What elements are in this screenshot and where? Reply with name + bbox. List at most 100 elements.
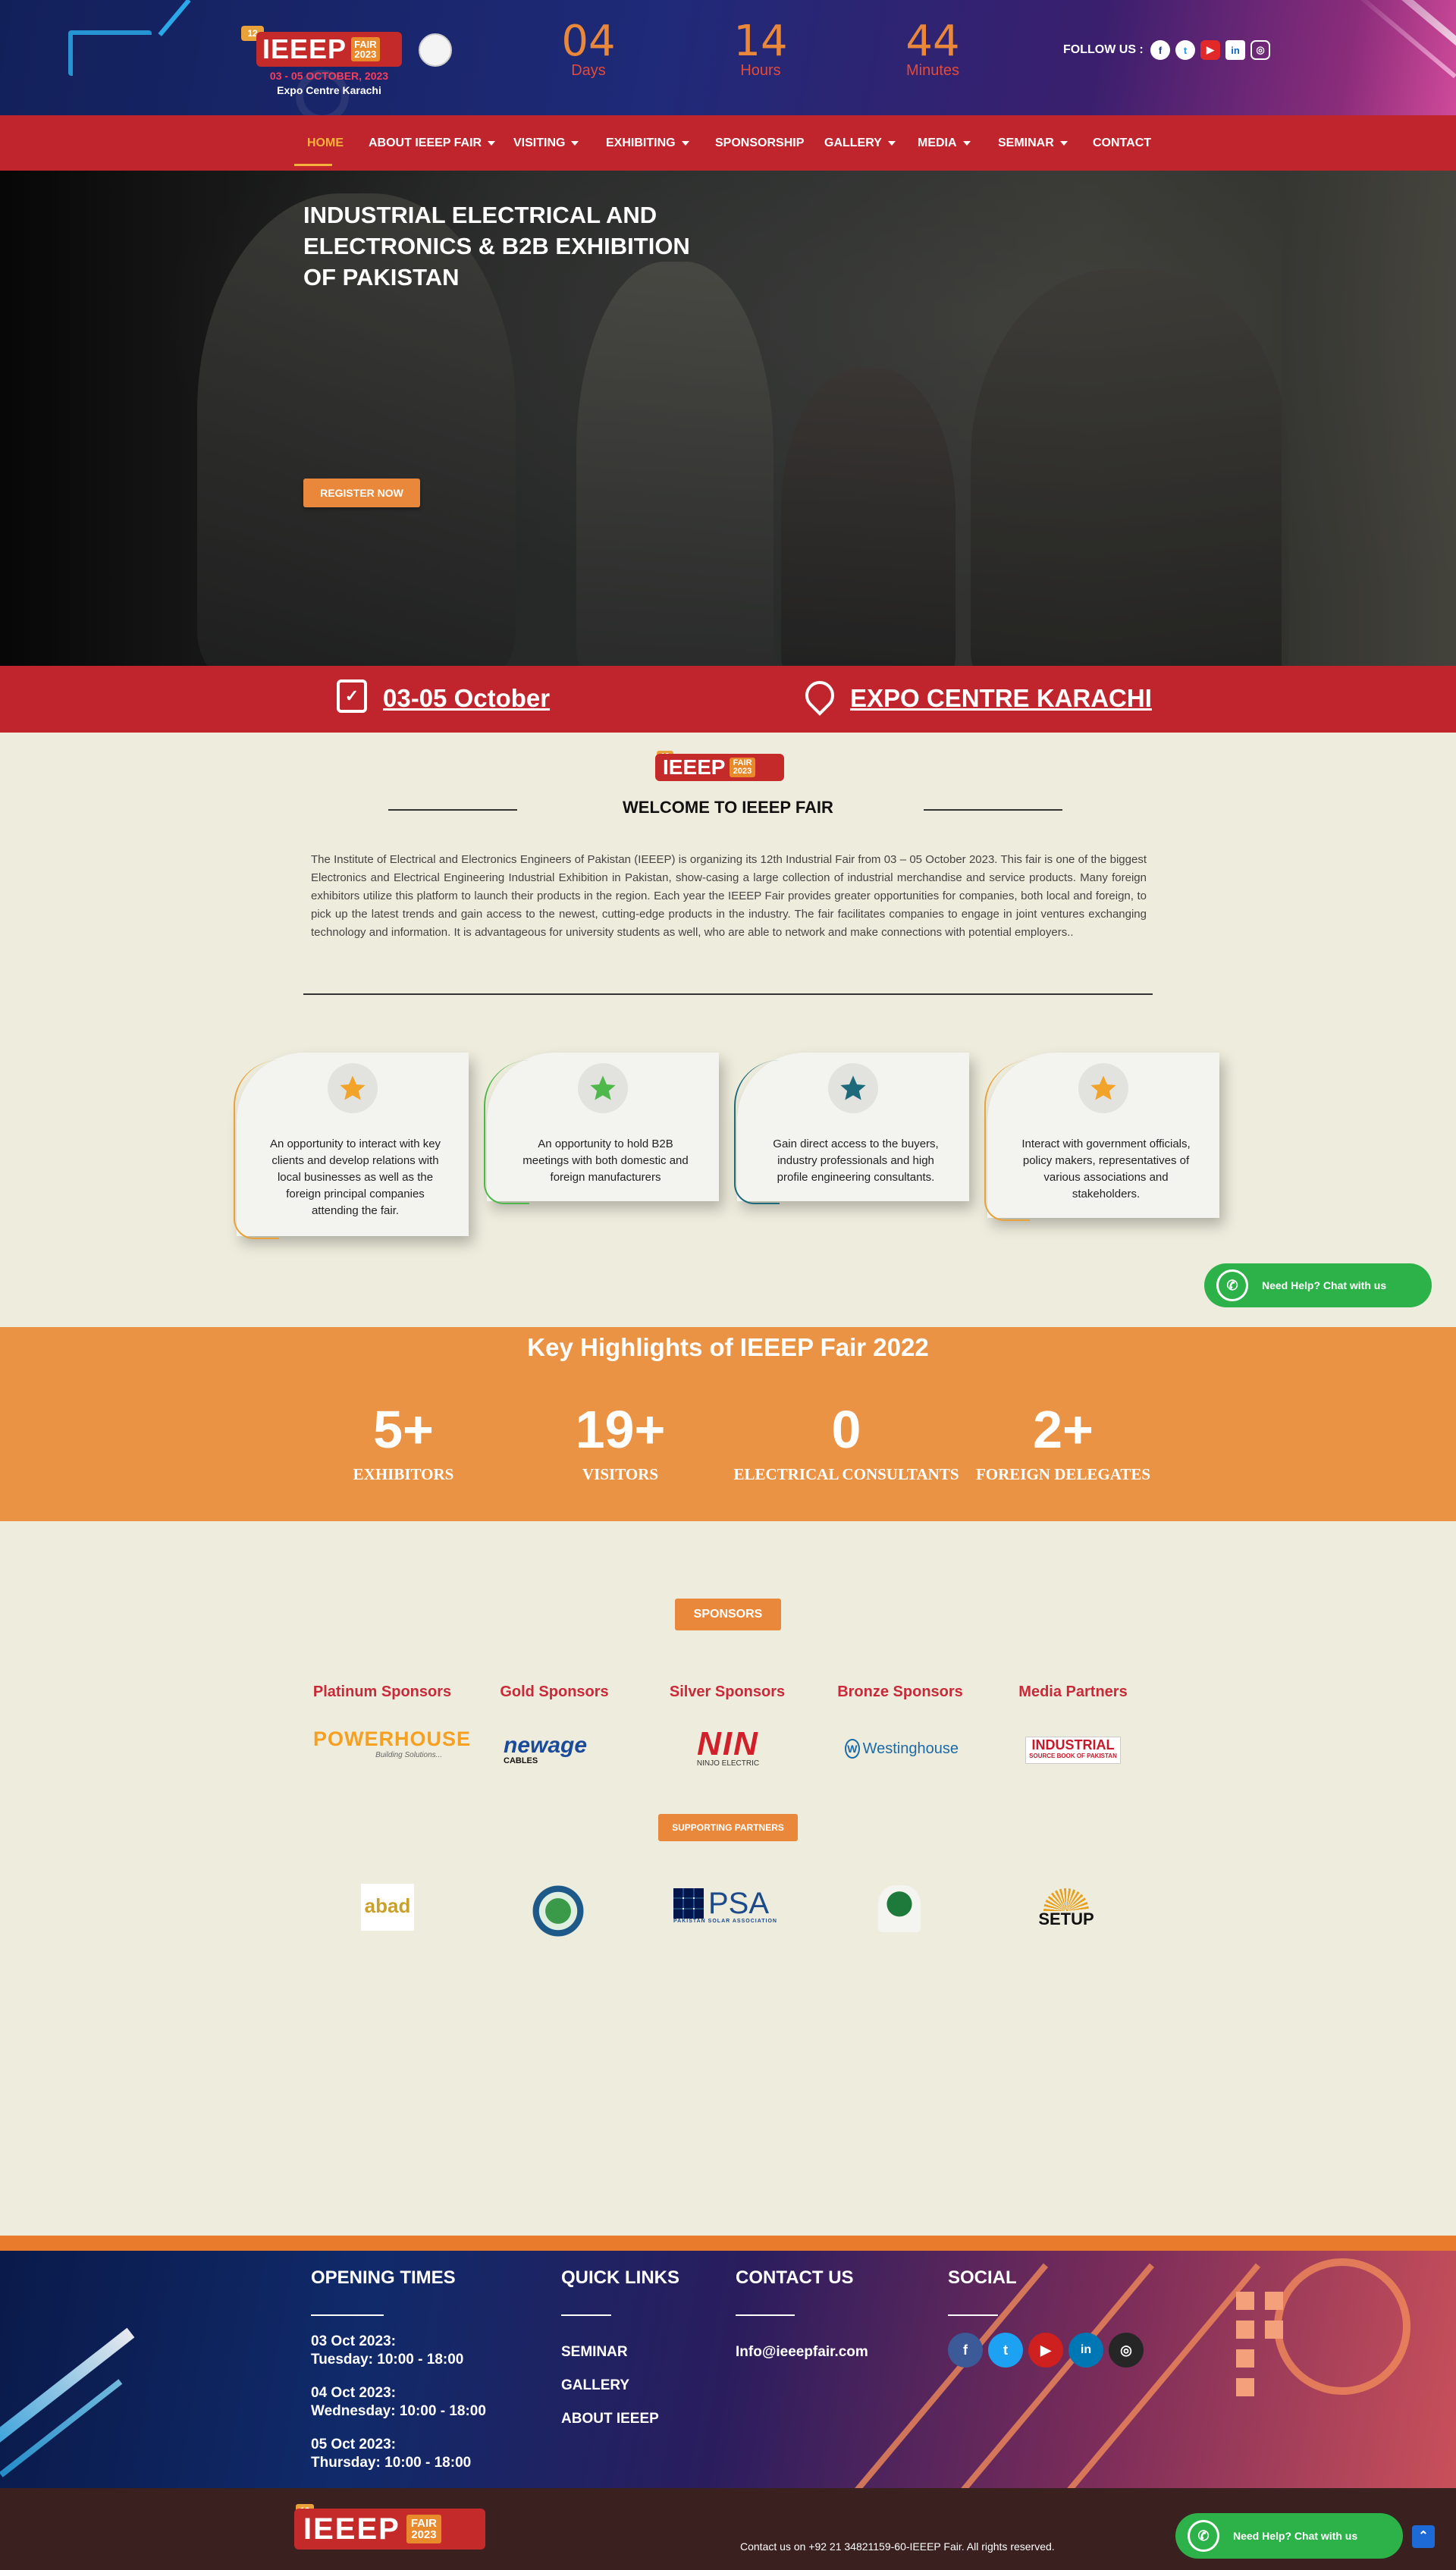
footer-title-rule	[948, 2314, 998, 2316]
supporting-partners-button[interactable]: SUPPORTING PARTNERS	[658, 1814, 798, 1841]
circuit-line	[838, 2263, 1049, 2488]
nav-home[interactable]: HOME	[307, 115, 344, 171]
linkedin-icon[interactable]: in	[1068, 2333, 1103, 2368]
instagram-icon[interactable]: ◎	[1109, 2333, 1144, 2368]
instagram-icon[interactable]: ◎	[1250, 40, 1270, 60]
facebook-icon[interactable]: f	[948, 2333, 983, 2368]
logo-year: 2023	[354, 49, 377, 60]
nav-media[interactable]: MEDIA	[918, 115, 971, 171]
nav-about-label: ABOUT IEEEP FAIR	[369, 137, 482, 149]
nav-about[interactable]: ABOUT IEEEP FAIR	[369, 115, 496, 171]
whatsapp-icon: ✆	[1216, 1269, 1248, 1301]
newage-logo[interactable]: newage CABLES	[504, 1733, 617, 1766]
nin-logo[interactable]: NIN NINJO ELECTRIC	[675, 1725, 781, 1768]
nav-exhibiting[interactable]: EXHIBITING	[606, 115, 689, 171]
footer-social-title: SOCIAL	[948, 2267, 1017, 2288]
star-icon	[1078, 1063, 1128, 1113]
benefit-text: Gain direct access to the buyers, indust…	[773, 1138, 939, 1184]
main-nav: HOME ABOUT IEEEP FAIR VISITING EXHIBITIN…	[0, 115, 1456, 171]
footer-logo[interactable]: IEEEP FAIR 2023	[294, 2509, 485, 2550]
footer-link-seminar[interactable]: SEMINAR	[561, 2343, 628, 2361]
logo-name: IEEEP	[303, 2512, 400, 2546]
stat-delegates-label: FOREIGN DELEGATES	[975, 1465, 1151, 1483]
logo-fair-box: FAIR 2023	[406, 2515, 442, 2543]
stat-visitors-value: 19+	[575, 1400, 666, 1459]
nav-gallery[interactable]: GALLERY	[824, 115, 896, 171]
westinghouse-w-icon: W	[845, 1739, 860, 1759]
nav-sponsorship[interactable]: SPONSORSHIP	[715, 115, 804, 171]
nav-home-label: HOME	[307, 137, 344, 149]
benefit-card: An opportunity to interact with key clie…	[234, 1053, 469, 1239]
chevron-down-icon	[887, 140, 896, 146]
footer-opening-day: 03 Oct 2023: Tuesday: 10:00 - 18:00	[311, 2333, 463, 2369]
chevron-down-icon	[1059, 140, 1068, 146]
nav-active-indicator	[294, 164, 332, 166]
setup-logo-text: SETUP	[1038, 1909, 1094, 1928]
facebook-icon[interactable]: f	[1150, 40, 1170, 60]
whatsapp-chat-button[interactable]: ✆ Need Help? Chat with us	[1204, 1263, 1432, 1307]
logo-dates: 03 - 05 OCTOBER, 2023	[269, 70, 389, 82]
nav-exhibiting-label: EXHIBITING	[606, 137, 676, 149]
scroll-to-top-button[interactable]: ⌃	[1412, 2525, 1435, 2548]
psa-logo[interactable]: PSA PAKISTAN SOLAR ASSOCIATION	[673, 1888, 786, 1924]
site-logo[interactable]: IEEEP FAIR 2023	[256, 32, 402, 67]
countdown-hours-value: 14	[733, 17, 788, 66]
opening-time: Tuesday: 10:00 - 18:00	[311, 2352, 464, 2368]
logo-fair: FAIR	[410, 2517, 438, 2530]
event-venue-link[interactable]: EXPO CENTRE KARACHI	[850, 684, 1152, 713]
sponsors-button[interactable]: SPONSORS	[675, 1599, 781, 1630]
setup-logo[interactable]: SETUP	[1030, 1888, 1103, 1928]
abad-logo[interactable]: abad	[361, 1884, 414, 1931]
powerhouse-logo-text: POWERHOUSE	[313, 1727, 472, 1750]
welcome-title: WELCOME TO IEEEP FAIR	[623, 798, 833, 817]
powerhouse-logo[interactable]: POWERHOUSE Building Solutions...	[313, 1727, 472, 1759]
industrial-logo-sub: SOURCE BOOK OF PAKISTAN	[1029, 1753, 1117, 1759]
circuit-decoration	[0, 61, 76, 115]
nav-seminar[interactable]: SEMINAR	[998, 115, 1068, 171]
chevron-down-icon	[571, 140, 579, 146]
twitter-icon[interactable]: t	[988, 2333, 1023, 2368]
twitter-icon[interactable]: t	[1175, 40, 1195, 60]
event-date-link[interactable]: 03-05 October	[383, 684, 550, 713]
nav-seminar-label: SEMINAR	[998, 137, 1054, 149]
nav-contact-label: CONTACT	[1093, 137, 1152, 149]
decor-square	[1265, 2321, 1283, 2339]
whatsapp-label: Need Help? Chat with us	[1233, 2530, 1358, 2542]
nav-visiting[interactable]: VISITING	[513, 115, 579, 171]
footer-email-link[interactable]: Info@ieeepfair.com	[736, 2343, 868, 2361]
youtube-icon[interactable]: ▶	[1028, 2333, 1063, 2368]
westinghouse-logo-text: Westinghouse	[862, 1740, 959, 1757]
circuit-line	[1050, 2263, 1261, 2488]
benefit-card: Interact with government officials, poli…	[984, 1053, 1219, 1221]
youtube-icon[interactable]: ▶	[1200, 40, 1220, 60]
footer-title-rule	[311, 2314, 384, 2316]
newage-logo-text: newage	[504, 1733, 588, 1758]
abad-logo-text: abad	[364, 1894, 411, 1917]
nav-contact[interactable]: CONTACT	[1093, 115, 1151, 171]
logo-name: IEEEP	[663, 755, 726, 779]
whatsapp-chat-button[interactable]: ✆ Need Help? Chat with us	[1175, 2513, 1403, 2559]
opening-date: 05 Oct 2023:	[311, 2437, 396, 2452]
nav-media-label: MEDIA	[918, 137, 957, 149]
pakistan-emblem-logo[interactable]	[878, 1885, 921, 1932]
decor-square	[1265, 2292, 1283, 2310]
linkedin-icon[interactable]: in	[1225, 40, 1245, 60]
industrial-source-book-logo[interactable]: INDUSTRIAL SOURCE BOOK OF PAKISTAN	[1025, 1737, 1121, 1764]
psa-logo-sub: PAKISTAN SOLAR ASSOCIATION	[673, 1919, 777, 1924]
government-seal-logo[interactable]	[526, 1884, 590, 1938]
countdown-days-label: Days	[571, 62, 606, 79]
benefit-text: An opportunity to interact with key clie…	[269, 1138, 441, 1217]
westinghouse-logo[interactable]: W Westinghouse	[845, 1739, 959, 1759]
register-now-button[interactable]: REGISTER NOW	[303, 479, 420, 507]
whatsapp-label: Need Help? Chat with us	[1262, 1279, 1387, 1291]
circuit-decoration	[68, 30, 152, 76]
copyright-text: Contact us on +92 21 34821159-60-IEEEP F…	[740, 2540, 1055, 2553]
hero-overlay	[0, 171, 1456, 666]
opening-date: 04 Oct 2023:	[311, 2385, 396, 2401]
nin-logo-text: NIN	[697, 1725, 759, 1762]
footer-link-gallery[interactable]: GALLERY	[561, 2377, 629, 2395]
highlights-title: Key Highlights of IEEEP Fair 2022	[527, 1333, 929, 1361]
footer-link-about[interactable]: ABOUT IEEEP	[561, 2410, 659, 2428]
footer-accent-strip	[0, 2236, 1456, 2251]
benefit-card: An opportunity to hold B2B meetings with…	[484, 1053, 719, 1204]
